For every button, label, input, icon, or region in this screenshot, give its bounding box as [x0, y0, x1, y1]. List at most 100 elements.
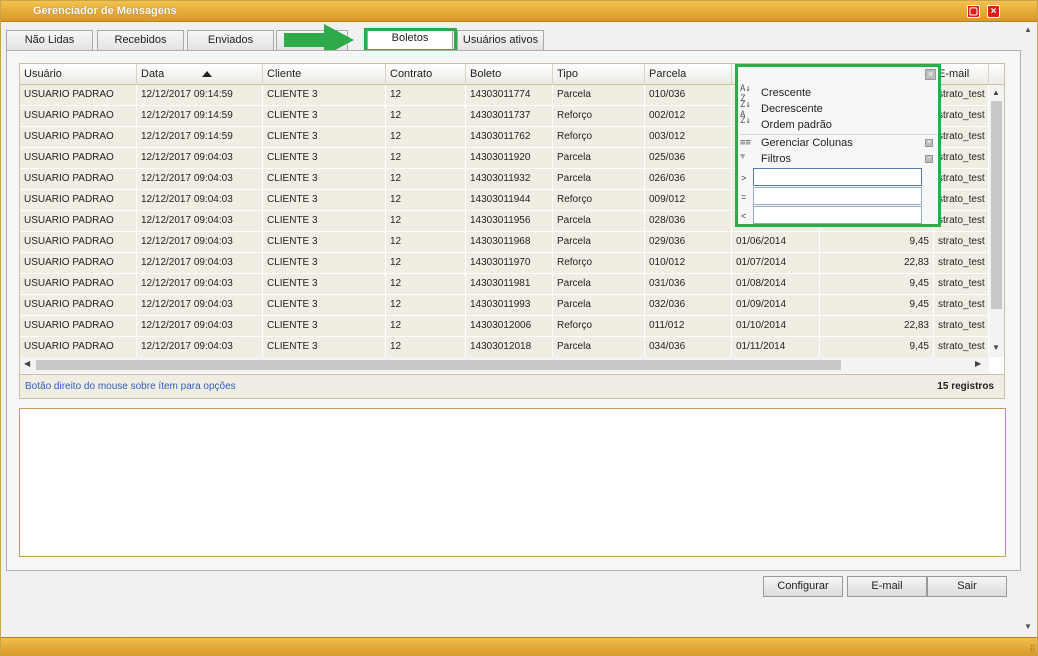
cell-vencimento: 01/07/2014	[732, 253, 820, 273]
record-count: 15 registros	[937, 381, 994, 392]
cell-parcela: 031/036	[645, 274, 732, 294]
cell-cliente: CLIENTE 3	[263, 169, 386, 189]
tab-nao-lidas[interactable]: Não Lidas	[6, 30, 93, 50]
cell-email: strato_test	[934, 232, 989, 252]
cell-usuario: USUARIO PADRAO	[20, 85, 137, 105]
cell-tipo: Parcela	[553, 148, 645, 168]
cell-contrato: 12	[386, 127, 466, 147]
table-row[interactable]: USUARIO PADRAO 12/12/2017 09:04:03 CLIENTE…	[20, 295, 990, 316]
bottom-status-bar: ⁞⁞	[1, 637, 1037, 655]
col-header-data[interactable]: Data	[137, 64, 263, 85]
resize-grip-icon[interactable]: ⁞⁞	[1030, 643, 1035, 653]
cell-usuario: USUARIO PADRAO	[20, 316, 137, 336]
cell-valor: 22,83	[820, 253, 934, 273]
cell-cliente: CLIENTE 3	[263, 253, 386, 273]
col-header-contrato[interactable]: Contrato	[386, 64, 466, 85]
cell-cliente: CLIENTE 3	[263, 148, 386, 168]
cell-parcela: 028/036	[645, 211, 732, 231]
cell-contrato: 12	[386, 253, 466, 273]
tab-usuarios-ativos[interactable]: Usuários ativos	[457, 30, 544, 50]
cell-cliente: CLIENTE 3	[263, 295, 386, 315]
cell-cliente: CLIENTE 3	[263, 232, 386, 252]
cell-usuario: USUARIO PADRAO	[20, 253, 137, 273]
exit-button[interactable]: Sair	[927, 576, 1007, 597]
cell-data: 12/12/2017 09:14:59	[137, 106, 263, 126]
cell-valor: 9,45	[820, 232, 934, 252]
context-menu-highlight	[735, 64, 941, 227]
scroll-left-icon[interactable]: ◀	[24, 359, 30, 368]
table-row[interactable]: USUARIO PADRAO 12/12/2017 09:04:03 CLIENTE…	[20, 253, 990, 274]
scroll-down-icon[interactable]: ▼	[992, 343, 1000, 352]
cell-cliente: CLIENTE 3	[263, 106, 386, 126]
col-header-boleto[interactable]: Boleto	[466, 64, 553, 85]
cell-tipo: Reforço	[553, 253, 645, 273]
cell-parcela: 025/036	[645, 148, 732, 168]
cell-boleto: 14303011981	[466, 274, 553, 294]
cell-tipo: Parcela	[553, 295, 645, 315]
table-row[interactable]: USUARIO PADRAO 12/12/2017 09:04:03 CLIENTE…	[20, 316, 990, 337]
table-row[interactable]: USUARIO PADRAO 12/12/2017 09:04:03 CLIENTE…	[20, 232, 990, 253]
cell-data: 12/12/2017 09:04:03	[137, 274, 263, 294]
table-row[interactable]: USUARIO PADRAO 12/12/2017 09:04:03 CLIENTE…	[20, 337, 990, 358]
tab-enviados[interactable]: Enviados	[187, 30, 274, 50]
scroll-up-icon[interactable]: ▲	[992, 88, 1000, 97]
table-row[interactable]: USUARIO PADRAO 12/12/2017 09:04:03 CLIENTE…	[20, 274, 990, 295]
close-button[interactable]: ×	[987, 5, 1000, 18]
title-bar: Gerenciador de Mensagens ▢ ×	[1, 1, 1037, 22]
cell-data: 12/12/2017 09:04:03	[137, 148, 263, 168]
cell-parcela: 034/036	[645, 337, 732, 357]
message-textarea[interactable]	[19, 408, 1006, 557]
cell-tipo: Parcela	[553, 274, 645, 294]
cell-parcela: 010/036	[645, 85, 732, 105]
cell-boleto: 14303011774	[466, 85, 553, 105]
configure-button[interactable]: Configurar	[763, 576, 843, 597]
cell-boleto: 14303011968	[466, 232, 553, 252]
cell-email: strato_test	[934, 106, 989, 126]
window-scroll-down-icon[interactable]: ▼	[1024, 622, 1032, 631]
vertical-scroll-thumb[interactable]	[991, 101, 1002, 309]
tab-recebidos[interactable]: Recebidos	[97, 30, 184, 50]
window-scroll-up-icon[interactable]: ▲	[1024, 25, 1032, 34]
grid-vertical-scrollbar[interactable]: ▲ ▼	[989, 85, 1004, 357]
cell-cliente: CLIENTE 3	[263, 337, 386, 357]
cell-email: strato_test	[934, 316, 989, 336]
cell-contrato: 12	[386, 148, 466, 168]
window-title: Gerenciador de Mensagens	[33, 5, 177, 17]
cell-usuario: USUARIO PADRAO	[20, 190, 137, 210]
scroll-right-icon[interactable]: ▶	[975, 359, 981, 368]
col-header-tipo[interactable]: Tipo	[553, 64, 645, 85]
cell-data: 12/12/2017 09:04:03	[137, 295, 263, 315]
cell-boleto: 14303011993	[466, 295, 553, 315]
cell-contrato: 12	[386, 190, 466, 210]
cell-cliente: CLIENTE 3	[263, 316, 386, 336]
window-vertical-scrollbar[interactable]: ▲ ▼	[1023, 25, 1035, 635]
cell-email: strato_test	[934, 274, 989, 294]
col-header-cliente[interactable]: Cliente	[263, 64, 386, 85]
col-header-data-label: Data	[141, 68, 165, 80]
sort-ascending-icon	[202, 71, 213, 78]
cell-usuario: USUARIO PADRAO	[20, 295, 137, 315]
col-header-email[interactable]: E-mail	[934, 64, 989, 85]
cell-email: strato_test	[934, 295, 989, 315]
cell-cliente: CLIENTE 3	[263, 190, 386, 210]
cell-data: 12/12/2017 09:04:03	[137, 190, 263, 210]
cell-data: 12/12/2017 09:04:03	[137, 316, 263, 336]
horizontal-scroll-thumb[interactable]	[36, 360, 841, 370]
cell-contrato: 12	[386, 169, 466, 189]
cell-contrato: 12	[386, 274, 466, 294]
col-header-usuario[interactable]: Usuário	[20, 64, 137, 85]
cell-tipo: Parcela	[553, 211, 645, 231]
cell-boleto: 14303011762	[466, 127, 553, 147]
email-button[interactable]: E-mail	[847, 576, 927, 597]
cell-parcela: 026/036	[645, 169, 732, 189]
cell-parcela: 029/036	[645, 232, 732, 252]
maximize-button[interactable]: ▢	[967, 5, 980, 18]
cell-boleto: 14303011956	[466, 211, 553, 231]
col-header-parcela[interactable]: Parcela	[645, 64, 732, 85]
cell-contrato: 12	[386, 211, 466, 231]
cell-valor: 9,45	[820, 274, 934, 294]
grid-horizontal-scrollbar[interactable]: ◀ ▶	[20, 357, 989, 373]
cell-data: 12/12/2017 09:14:59	[137, 127, 263, 147]
cell-tipo: Parcela	[553, 232, 645, 252]
cell-email: strato_test	[934, 211, 989, 231]
